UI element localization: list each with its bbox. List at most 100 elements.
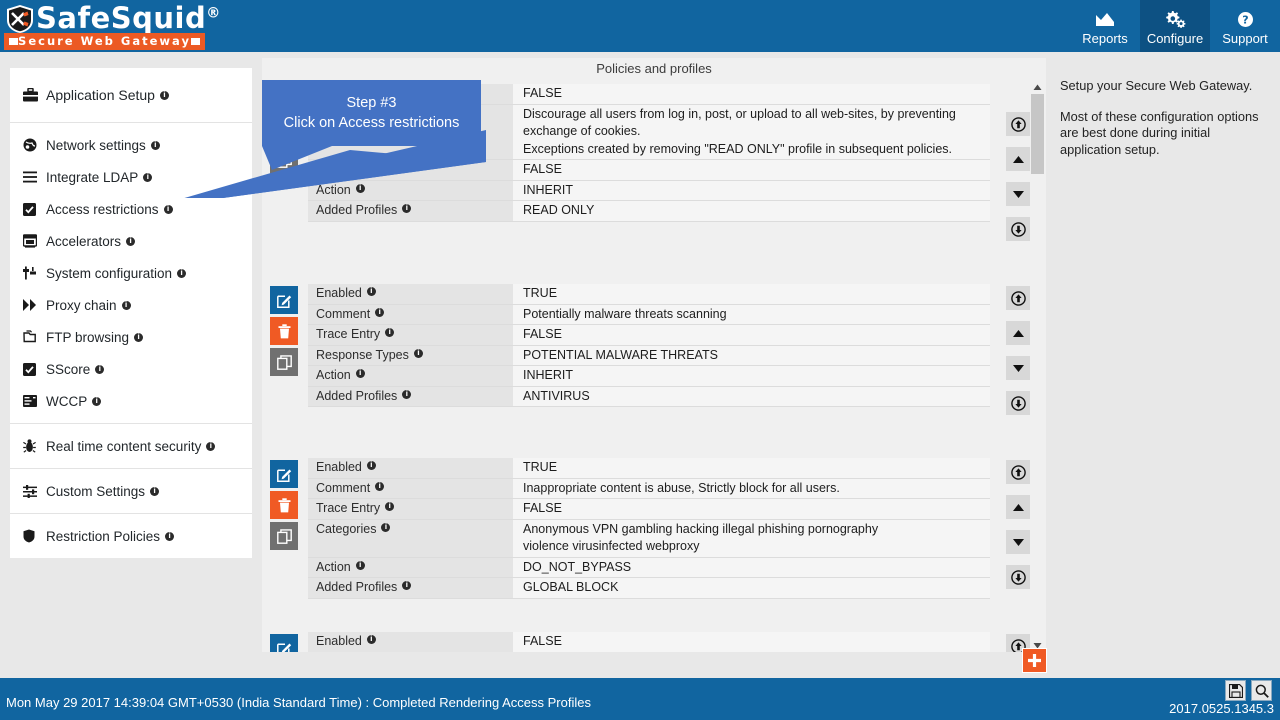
nav-item-support[interactable]: ? Support (1210, 0, 1280, 52)
info-icon[interactable]: i (381, 522, 391, 532)
sidebar-item-wccp[interactable]: WCCP i (10, 385, 252, 417)
field-row[interactable]: Response Types i POTENTIAL MALWARE THREAT… (308, 345, 990, 366)
field-value: TRUE (513, 284, 990, 304)
globe-icon (23, 138, 43, 152)
scrollbar-track[interactable] (1031, 94, 1044, 638)
sidebar-label-custom-settings: Custom Settings (46, 483, 146, 499)
field-row[interactable]: Trace Entryi FALSE (308, 499, 990, 520)
info-icon[interactable]: i (355, 369, 365, 378)
move-to-top-button[interactable] (1006, 460, 1030, 484)
info-icon[interactable]: i (385, 502, 395, 511)
field-row[interactable]: Trace Entryi FALSE (308, 325, 990, 346)
scroll-up-arrow-icon[interactable] (1031, 80, 1044, 94)
info-icon[interactable]: i (413, 348, 423, 358)
sidebar-item-ftp-browsing[interactable]: FTP browsing i (10, 321, 252, 353)
info-icon[interactable]: i (402, 581, 412, 590)
policy-record: Enabledi FALSE Commenti Restrict remote … (262, 628, 1046, 652)
sidebar-item-custom-settings[interactable]: Custom Settings i (10, 475, 252, 507)
info-icon[interactable]: i (366, 287, 376, 296)
move-up-button[interactable] (1006, 321, 1030, 345)
info-icon[interactable]: i (355, 560, 365, 570)
plus-icon (1028, 654, 1041, 667)
record-fields: Enabled i TRUE Comment i Inappropriate con… (308, 454, 990, 600)
edit-button[interactable] (270, 460, 298, 488)
field-row[interactable]: Comment i Inappropriate content is abuse,… (308, 478, 990, 499)
sidebar-item-application-setup[interactable]: Application Setup i (10, 68, 252, 122)
info-icon[interactable]: i (402, 204, 412, 213)
save-button[interactable] (1225, 680, 1246, 701)
field-row[interactable]: Enabled i TRUE (308, 458, 990, 479)
sidebar-item-accelerators[interactable]: Accelerators i (10, 225, 252, 257)
nav-label-support: Support (1222, 31, 1268, 46)
info-icon[interactable]: i (163, 204, 173, 214)
info-icon[interactable]: i (366, 635, 376, 644)
field-row[interactable]: Action i DO_NOT_BYPASS (308, 557, 990, 578)
info-icon[interactable]: i (177, 268, 187, 278)
delete-button[interactable] (270, 317, 298, 345)
vertical-scrollbar[interactable] (1031, 80, 1044, 652)
info-icon[interactable]: i (366, 461, 376, 470)
info-icon[interactable]: i (385, 328, 395, 337)
sidebar-group-header: Application Setup i (10, 68, 252, 123)
sidebar-item-restriction-policies[interactable]: Restriction Policies i (10, 520, 252, 552)
field-value: FALSE (513, 325, 990, 345)
sidebar-label-system-configuration: System configuration (46, 265, 173, 281)
callout-line-2: Click on Access restrictions (283, 115, 460, 131)
copy-button[interactable] (270, 522, 298, 550)
sidebar-item-sscore[interactable]: SScore i (10, 353, 252, 385)
info-icon[interactable]: i (150, 486, 160, 496)
scrollbar-thumb[interactable] (1031, 94, 1044, 174)
sidebar-item-proxy-chain[interactable]: Proxy chain i (10, 289, 252, 321)
delete-button[interactable] (270, 491, 298, 519)
info-icon[interactable]: i (159, 90, 169, 100)
move-up-button[interactable] (1006, 495, 1030, 519)
info-icon[interactable]: i (121, 300, 131, 310)
safesquid-admin-window: SafeSquid® Secure Web Gateway Reports Co… (0, 0, 1280, 720)
move-to-top-button[interactable] (1006, 112, 1030, 136)
move-to-bottom-button[interactable] (1006, 565, 1030, 589)
copy-button[interactable] (270, 348, 298, 376)
record-fields: Enabledi FALSE Commenti Restrict remote … (308, 628, 990, 652)
checkbox-icon (23, 202, 43, 216)
field-value: FALSE (513, 160, 990, 180)
info-icon[interactable]: i (375, 481, 385, 491)
field-row[interactable]: Enabled i TRUE (308, 284, 990, 305)
move-to-bottom-button[interactable] (1006, 391, 1030, 415)
nav-item-configure[interactable]: Configure (1140, 0, 1210, 52)
info-icon[interactable]: i (95, 364, 105, 374)
move-to-bottom-button[interactable] (1006, 217, 1030, 241)
info-icon[interactable]: i (92, 396, 102, 406)
move-down-button[interactable] (1006, 182, 1030, 206)
field-row[interactable]: Added Profiles i ANTIVIRUS (308, 386, 990, 407)
field-row[interactable]: Added Profiles i READ ONLY (308, 201, 990, 222)
info-icon[interactable]: i (134, 332, 144, 342)
info-icon[interactable]: i (206, 441, 216, 451)
sidebar-item-system-configuration[interactable]: System configuration i (10, 257, 252, 289)
brand-logo[interactable]: SafeSquid® Secure Web Gateway (4, 0, 220, 52)
edit-button[interactable] (270, 286, 298, 314)
info-icon[interactable]: i (375, 307, 385, 317)
help-paragraph: Most of these configuration options are … (1060, 108, 1259, 157)
info-icon[interactable]: i (126, 236, 136, 246)
move-down-button[interactable] (1006, 356, 1030, 380)
rack-icon (23, 395, 43, 407)
info-icon[interactable]: i (165, 531, 175, 541)
search-button[interactable] (1251, 680, 1272, 701)
field-row[interactable]: Categories i Anonymous VPN gambling hacki… (308, 519, 990, 558)
magnifier-icon (1255, 684, 1269, 698)
info-icon[interactable]: i (402, 389, 412, 399)
sidebar-item-real-time-content-security[interactable]: Real time content security i (10, 430, 252, 462)
field-row[interactable]: Action i INHERIT (308, 366, 990, 387)
move-to-top-button[interactable] (1006, 286, 1030, 310)
field-row[interactable]: Comment i Potentially malware threats sca… (308, 304, 990, 325)
sidebar-label-restriction-policies: Restriction Policies (46, 528, 161, 544)
move-up-button[interactable] (1006, 147, 1030, 171)
field-row[interactable]: Added Profiles i GLOBAL BLOCK (308, 578, 990, 599)
move-down-button[interactable] (1006, 530, 1030, 554)
status-message: Mon May 29 2017 14:39:04 GMT+0530 (India… (6, 695, 591, 710)
nav-item-reports[interactable]: Reports (1070, 0, 1140, 52)
nav-label-reports: Reports (1082, 31, 1128, 46)
edit-button[interactable] (270, 634, 298, 652)
add-policy-button[interactable] (1022, 648, 1047, 673)
field-row[interactable]: Enabled i FALSE (308, 632, 990, 652)
